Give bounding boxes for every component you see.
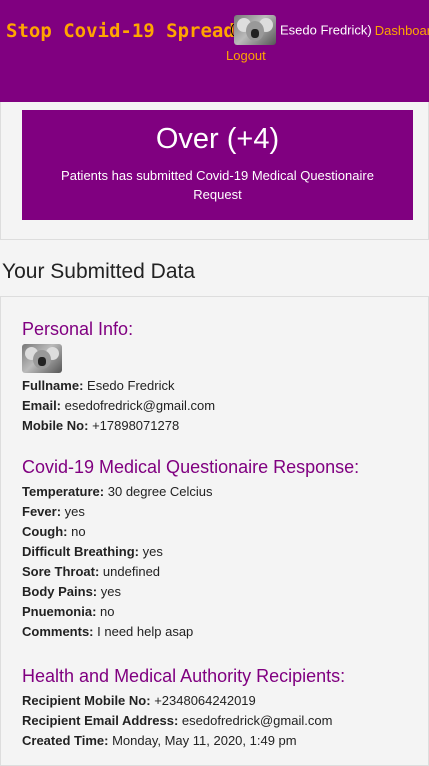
field-value: 30 degree Celcius [107,484,213,499]
field-label: Mobile No: [22,418,89,433]
field-label: Difficult Breathing: [22,544,139,559]
field-value: no [71,524,86,539]
field-value: undefined [102,564,161,579]
field-value: yes [142,544,163,559]
field-value: yes [64,504,85,519]
field-label: Fullname: [22,378,84,393]
questionnaire-title: Covid-19 Medical Questionaire Response: [22,457,360,477]
field-row: Temperature: 30 degree Celcius [22,482,422,502]
field-row: Comments: I need help asap [22,622,422,642]
field-value: Monday, May 11, 2020, 1:49 pm [112,733,297,748]
field-label: Pnuemonia: [22,604,97,619]
field-row: Email: esedofredrick@gmail.com [22,396,422,416]
user-block: ( Esedo Fredrick)Dashboard [230,15,429,45]
field-value: Esedo Fredrick [87,378,175,393]
field-row: Fullname: Esedo Fredrick [22,376,422,396]
field-row: Mobile No: +17898071278 [22,416,422,436]
top-header: Stop Covid-19 Spread ( Esedo Fredrick) Da… [0,0,429,102]
field-label: Fever: [22,504,62,519]
field-label: Cough: [22,524,68,539]
field-row: Body Pains: yes [22,582,422,602]
field-row: Recipient Mobile No: +2348064242019 [22,691,422,711]
stats-count: Over (+4) [155,123,280,155]
personal-info-title: Personal Info: [22,319,134,339]
dashboard-link[interactable]: Dashboard [375,23,429,38]
field-value: esedofredrick@gmail.com [181,713,333,728]
field-label: Recipient Email Address: [22,713,179,728]
user-avatar [234,15,277,45]
stats-panel: Over (+4) Patients has submitted Covid-1… [0,102,429,240]
stats-box: Over (+4) Patients has submitted Covid-1… [22,110,413,220]
field-row: Fever: yes [22,502,422,522]
field-row: Cough: no [22,522,422,542]
field-value: esedofredrick@gmail.com [64,398,216,413]
recipients-title: Health and Medical Authority Recipients: [22,666,346,686]
field-row: Pnuemonia: no [22,602,422,622]
field-row: Recipient Email Address: esedofredrick@g… [22,711,422,731]
questionnaire-group: Covid-19 Medical Questionaire Response: … [22,457,422,642]
field-value: +2348064242019 [154,693,256,708]
koala-avatar-icon [22,344,62,373]
field-row: Difficult Breathing: yes [22,542,422,562]
logout-link[interactable]: Logout [226,48,266,63]
field-label: Recipient Mobile No: [22,693,151,708]
field-label: Created Time: [22,733,109,748]
brand-title[interactable]: Stop Covid-19 Spread [6,20,235,42]
personal-info-group: Personal Info: Fullname: Esedo Fredrick … [22,319,422,436]
user-name: Esedo Fredrick) [279,22,372,38]
submitted-data-panel: Personal Info: Fullname: Esedo Fredrick … [0,296,429,766]
field-label: Body Pains: [22,584,98,599]
field-value: no [100,604,115,619]
field-value: yes [100,584,121,599]
field-value: +17898071278 [92,418,180,433]
field-row: Created Time: Monday, May 11, 2020, 1:49… [22,731,422,751]
field-label: Email: [22,398,62,413]
section-title: Your Submitted Data [2,260,196,283]
recipients-group: Health and Medical Authority Recipients:… [22,666,422,751]
field-label: Temperature: [22,484,105,499]
stats-description: Patients has submitted Covid-19 Medical … [61,168,374,202]
field-label: Comments: [22,624,94,639]
field-value: I need help asap [97,624,194,639]
field-row: Sore Throat: undefined [22,562,422,582]
field-label: Sore Throat: [22,564,100,579]
